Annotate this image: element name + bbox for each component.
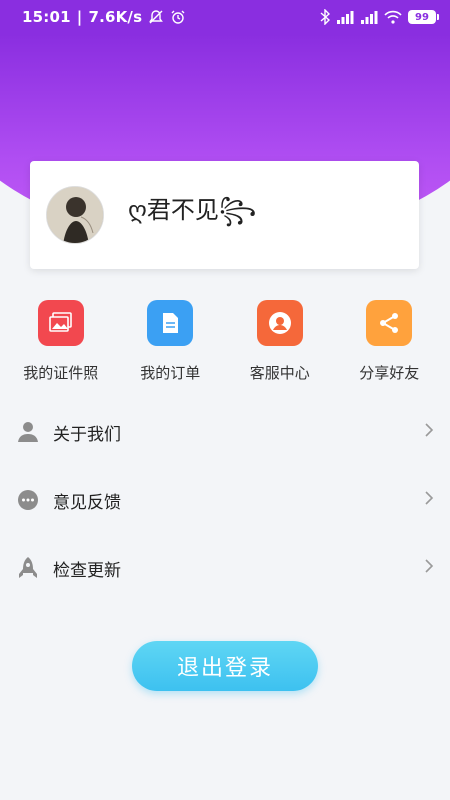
rocket-icon xyxy=(17,557,39,579)
quick-label-id-photos: 我的证件照 xyxy=(23,364,99,382)
avatar[interactable] xyxy=(46,186,104,244)
signal-icon-2 xyxy=(360,10,378,24)
chevron-right-icon xyxy=(424,422,434,443)
status-net-speed: 7.6K/s xyxy=(88,8,143,26)
status-bar: 15:01 | 7.6K/s 99 xyxy=(0,0,450,34)
status-time: 15:01 xyxy=(22,8,71,26)
logout-button[interactable]: 退出登录 xyxy=(132,641,318,691)
person-icon xyxy=(17,421,39,443)
bluetooth-icon xyxy=(320,9,330,25)
quick-item-orders[interactable]: 我的订单 xyxy=(116,300,226,390)
signal-icon xyxy=(336,10,354,24)
quick-item-support[interactable]: 客服中心 xyxy=(225,300,335,390)
battery-icon: 99 xyxy=(408,10,439,24)
quick-item-share[interactable]: 分享好友 xyxy=(335,300,445,390)
menu-label-about: 关于我们 xyxy=(53,424,121,445)
bell-off-icon xyxy=(148,9,164,25)
profile-card[interactable]: ღ君不见꧂ xyxy=(30,161,419,269)
quick-actions: 我的证件照 我的订单 客服中心 分享好友 xyxy=(0,300,450,390)
chat-icon xyxy=(17,489,39,511)
status-divider: | xyxy=(76,8,83,26)
menu-label-feedback: 意见反馈 xyxy=(53,492,121,513)
status-left: 15:01 | 7.6K/s xyxy=(22,8,186,26)
menu-item-check-update[interactable]: 检查更新 xyxy=(0,534,450,602)
chevron-right-icon xyxy=(424,558,434,579)
document-icon xyxy=(147,300,194,346)
menu-item-feedback[interactable]: 意见反馈 xyxy=(0,466,450,534)
chevron-right-icon xyxy=(424,490,434,511)
menu-list: 关于我们 意见反馈 检查更新 xyxy=(0,398,450,602)
share-icon xyxy=(366,300,413,346)
quick-label-share: 分享好友 xyxy=(359,364,420,382)
menu-item-about[interactable]: 关于我们 xyxy=(0,398,450,466)
wifi-icon xyxy=(384,10,402,24)
status-right: 99 xyxy=(320,9,439,25)
photo-icon xyxy=(37,300,84,346)
quick-label-orders: 我的订单 xyxy=(140,364,201,382)
username: ღ君不见꧂ xyxy=(128,196,257,224)
quick-item-id-photos[interactable]: 我的证件照 xyxy=(6,300,116,390)
headset-icon xyxy=(256,300,303,346)
quick-label-support: 客服中心 xyxy=(249,364,310,382)
menu-label-check-update: 检查更新 xyxy=(53,560,121,581)
alarm-icon xyxy=(170,9,186,25)
